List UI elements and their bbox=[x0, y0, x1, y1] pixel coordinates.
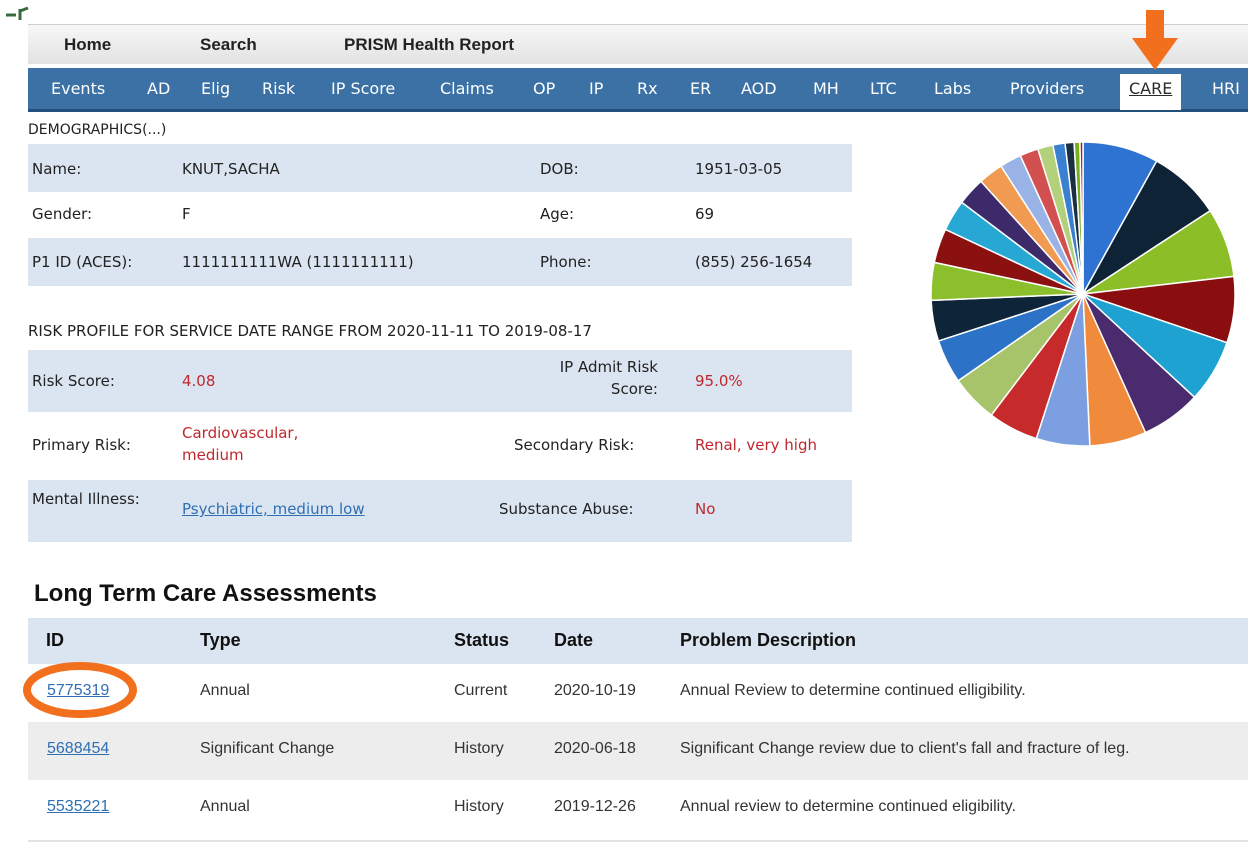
name-value: KNUT,SACHA bbox=[182, 160, 280, 178]
dob-label: DOB: bbox=[540, 160, 579, 178]
assessment-id-link[interactable]: 5688454 bbox=[47, 740, 109, 758]
tab-ad[interactable]: AD bbox=[147, 79, 170, 98]
risk-profile-title: RISK PROFILE FOR SERVICE DATE RANGE FROM… bbox=[28, 322, 592, 340]
column-header-date: Date bbox=[554, 630, 594, 650]
ip-admit-risk-label: IP Admit Risk Score: bbox=[559, 358, 658, 398]
report-tab-bar: Events AD Elig Risk IP Score Claims OP I… bbox=[28, 68, 1248, 112]
age-label: Age: bbox=[540, 205, 575, 223]
p1-id-value: 1111111111WA (1111111111) bbox=[182, 253, 414, 271]
corner-mark-icon bbox=[6, 6, 29, 20]
column-header-problem-description: Problem Description bbox=[680, 630, 857, 650]
assessment-description: Annual review to determine continued eli… bbox=[680, 798, 1016, 815]
assessment-status: History bbox=[454, 798, 504, 815]
assessment-status: Current bbox=[454, 682, 508, 699]
column-header-type: Type bbox=[200, 630, 241, 650]
down-arrow-icon bbox=[1132, 10, 1178, 70]
risk-score-value: 4.08 bbox=[182, 372, 216, 390]
top-nav-bar: Home Search PRISM Health Report bbox=[28, 24, 1248, 64]
tab-care[interactable]: CARE bbox=[1120, 74, 1182, 110]
tab-ltc[interactable]: LTC bbox=[870, 79, 897, 98]
assessment-status: History bbox=[454, 740, 504, 757]
assessment-description: Significant Change review due to client'… bbox=[680, 740, 1130, 757]
assessment-type: Annual bbox=[200, 798, 250, 815]
demographics-row: Name: KNUT,SACHA DOB: 1951-03-05 bbox=[28, 144, 852, 192]
age-value: 69 bbox=[695, 205, 715, 223]
secondary-risk-label: Secondary Risk: bbox=[514, 436, 635, 454]
table-bottom-border bbox=[28, 840, 1248, 842]
tab-hri[interactable]: HRI bbox=[1212, 79, 1240, 98]
phone-label: Phone: bbox=[540, 253, 592, 271]
risk-row: Primary Risk: Cardiovascular, medium Sec… bbox=[28, 412, 852, 480]
assessment-description: Annual Review to determine continued ell… bbox=[680, 682, 1026, 699]
ip-admit-risk-value: 95.0% bbox=[695, 372, 743, 390]
column-header-status: Status bbox=[454, 630, 510, 650]
name-label: Name: bbox=[32, 160, 82, 178]
ltc-table-header: ID Type Status Date Problem Description bbox=[28, 618, 1248, 664]
demographics-row: Gender: F Age: 69 bbox=[28, 192, 852, 238]
ltc-section-title: Long Term Care Assessments bbox=[34, 580, 377, 607]
mental-illness-label: Mental Illness: bbox=[32, 490, 140, 508]
p1-id-label: P1 ID (ACES): bbox=[32, 253, 133, 271]
primary-risk-value: Cardiovascular, medium bbox=[182, 424, 299, 464]
risk-pie-chart bbox=[930, 141, 1236, 447]
tab-aod[interactable]: AOD bbox=[741, 79, 777, 98]
tab-mh[interactable]: MH bbox=[813, 79, 839, 98]
mental-illness-link[interactable]: Psychiatric, medium low bbox=[182, 500, 365, 518]
assessment-type: Significant Change bbox=[200, 740, 335, 757]
table-row: 5688454 Significant Change History 2020-… bbox=[28, 722, 1248, 780]
tab-ip[interactable]: IP bbox=[589, 79, 603, 98]
assessment-date: 2020-06-18 bbox=[554, 740, 636, 757]
tab-er[interactable]: ER bbox=[690, 79, 711, 98]
demographics-row: P1 ID (ACES): 1111111111WA (1111111111) … bbox=[28, 238, 852, 286]
gender-value: F bbox=[182, 205, 191, 223]
nav-home[interactable]: Home bbox=[64, 35, 111, 55]
assessment-date: 2020-10-19 bbox=[554, 682, 636, 699]
assessment-id-link[interactable]: 5535221 bbox=[47, 798, 109, 816]
table-row: 5535221 Annual History 2019-12-26 Annual… bbox=[28, 780, 1248, 838]
primary-risk-label: Primary Risk: bbox=[32, 436, 131, 454]
tab-op[interactable]: OP bbox=[533, 79, 555, 98]
table-row: 5775319 Annual Current 2020-10-19 Annual… bbox=[28, 664, 1248, 722]
tab-rx[interactable]: Rx bbox=[637, 79, 658, 98]
risk-row: Mental Illness: Psychiatric, medium low … bbox=[28, 480, 852, 542]
tab-risk[interactable]: Risk bbox=[262, 79, 295, 98]
assessment-date: 2019-12-26 bbox=[554, 798, 636, 815]
nav-prism-health-report[interactable]: PRISM Health Report bbox=[344, 35, 514, 55]
demographics-title: DEMOGRAPHICS(...) bbox=[28, 122, 167, 138]
dob-value: 1951-03-05 bbox=[695, 160, 783, 178]
secondary-risk-value: Renal, very high bbox=[695, 436, 817, 454]
tab-elig[interactable]: Elig bbox=[201, 79, 230, 98]
assessment-type: Annual bbox=[200, 682, 250, 699]
risk-score-label: Risk Score: bbox=[32, 372, 115, 390]
tab-claims[interactable]: Claims bbox=[440, 79, 494, 98]
column-header-id: ID bbox=[46, 630, 64, 650]
tab-labs[interactable]: Labs bbox=[934, 79, 971, 98]
annotation-circle-icon bbox=[23, 662, 137, 718]
risk-row: Risk Score: 4.08 IP Admit Risk Score: 95… bbox=[28, 350, 852, 412]
gender-label: Gender: bbox=[32, 205, 93, 223]
tab-ip-score[interactable]: IP Score bbox=[331, 79, 395, 98]
substance-abuse-label: Substance Abuse: bbox=[499, 500, 634, 518]
nav-search[interactable]: Search bbox=[200, 35, 257, 55]
tab-events[interactable]: Events bbox=[51, 79, 105, 98]
substance-abuse-value: No bbox=[695, 500, 716, 518]
phone-value: (855) 256-1654 bbox=[695, 253, 813, 271]
tab-providers[interactable]: Providers bbox=[1010, 79, 1084, 98]
